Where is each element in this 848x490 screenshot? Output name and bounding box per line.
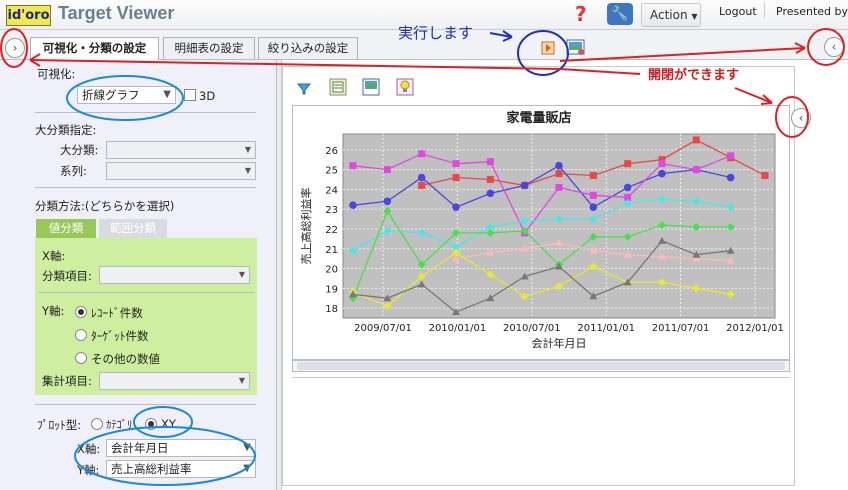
annotation-open-close-text: 開閉ができます	[648, 68, 740, 83]
annotation-circle-left-toggle	[0, 28, 28, 68]
annotation-circle-axis-fields	[74, 426, 256, 486]
annotation-circle-right-toggle	[807, 28, 845, 66]
annotation-run-text: 実行します	[398, 24, 474, 42]
annotation-arrow-right	[559, 47, 806, 62]
annotation-circle-viz-type	[66, 75, 184, 121]
annotation-arrow-left	[29, 59, 641, 75]
annotation-circle-xy	[133, 406, 193, 438]
annotation-circle-chart-toggle	[775, 96, 809, 138]
annotation-arrow-chart	[734, 87, 773, 104]
